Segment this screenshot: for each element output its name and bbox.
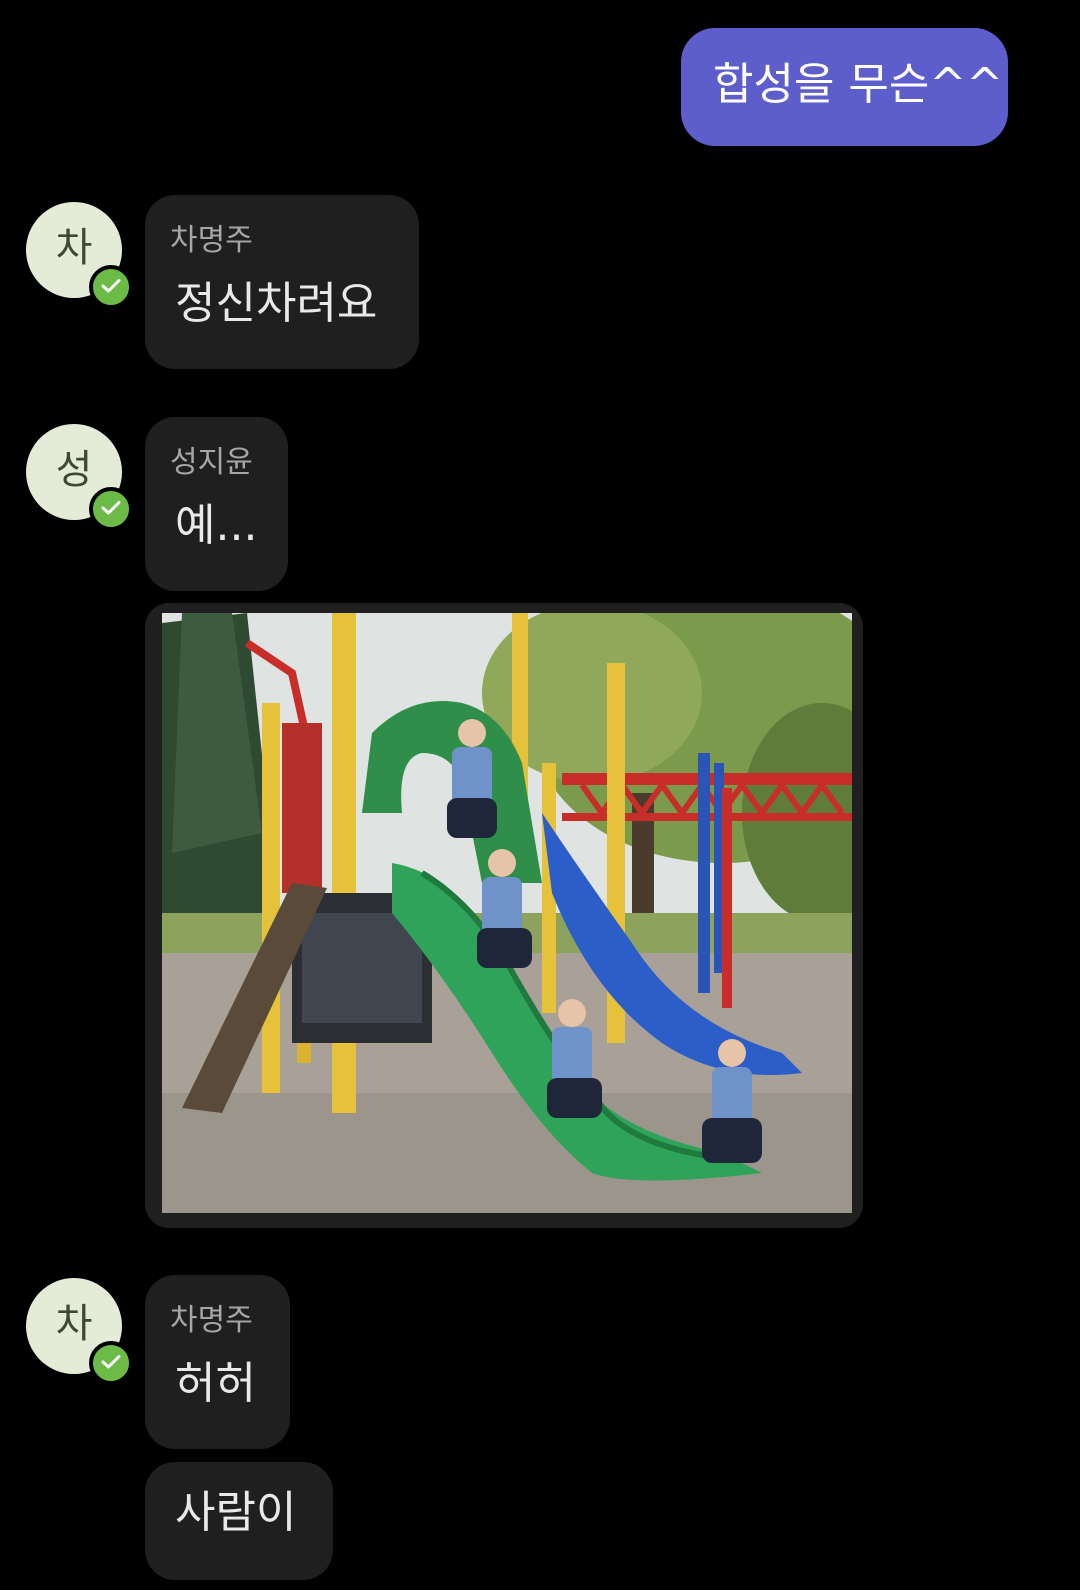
image-message-bubble[interactable] <box>145 603 863 1228</box>
verified-check-icon <box>89 1341 133 1385</box>
sender-name: 차명주 <box>170 223 253 258</box>
outgoing-message-text: 합성을 무슨^^ <box>713 59 1004 110</box>
message-text: 정신차려요 <box>175 278 378 329</box>
photo-illustration <box>162 613 852 1213</box>
outgoing-message-bubble[interactable]: 합성을 무슨^^ <box>681 28 1008 146</box>
avatar[interactable]: 성 <box>26 424 133 531</box>
sender-name: 성지윤 <box>170 445 253 480</box>
sender-name: 차명주 <box>170 1303 253 1338</box>
message-text: 허허 <box>175 1358 256 1409</box>
incoming-message-bubble[interactable]: 차명주 허허 <box>145 1275 290 1449</box>
incoming-message-bubble[interactable]: 사람이 <box>145 1462 333 1580</box>
verified-check-icon <box>89 265 133 309</box>
message-text: 사람이 <box>175 1487 297 1538</box>
avatar[interactable]: 차 <box>26 202 133 309</box>
message-text: 예... <box>175 500 258 551</box>
incoming-message-bubble[interactable]: 차명주 정신차려요 <box>145 195 419 369</box>
avatar[interactable]: 차 <box>26 1278 133 1385</box>
incoming-message-bubble[interactable]: 성지윤 예... <box>145 417 288 591</box>
playground-slide-photo[interactable] <box>162 613 852 1213</box>
verified-check-icon <box>89 487 133 531</box>
